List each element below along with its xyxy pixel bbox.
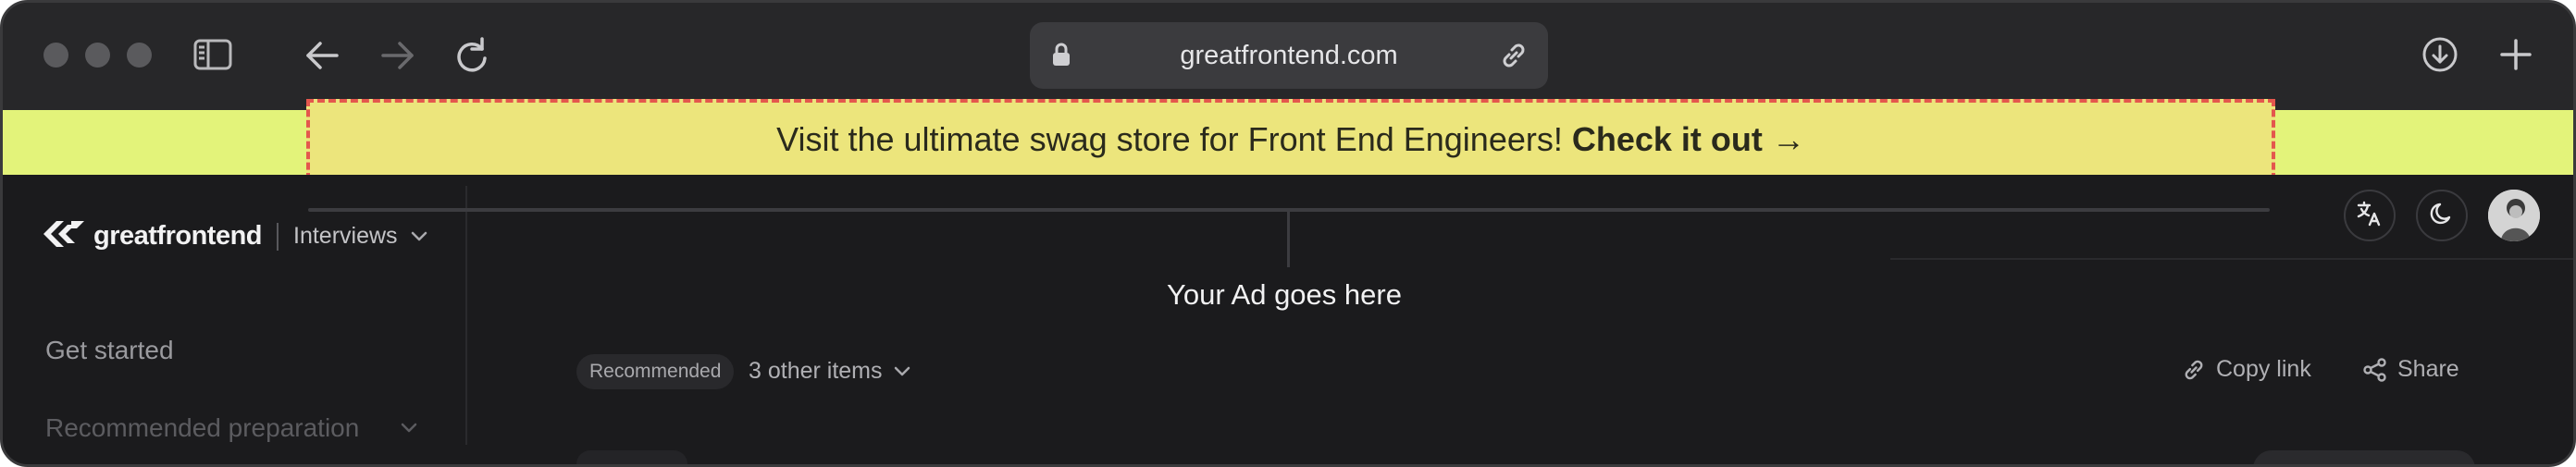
page-content: greatfrontend Interviews Get started Rec…	[3, 175, 2573, 464]
share-label: Share	[2397, 356, 2459, 382]
back-arrow-icon[interactable]	[304, 40, 340, 71]
other-items-label: 3 other items	[749, 358, 883, 384]
avatar[interactable]	[2488, 190, 2540, 241]
translate-icon	[2356, 200, 2384, 232]
share-icon	[2363, 357, 2386, 382]
content-button-placeholder	[2253, 450, 2475, 464]
site-logo-text[interactable]: greatfrontend	[93, 221, 263, 252]
product-menu[interactable]: Interviews	[293, 223, 427, 250]
minimize-window-button[interactable]	[85, 43, 110, 68]
chevron-down-icon[interactable]	[401, 423, 417, 434]
copy-link-label: Copy link	[2216, 356, 2311, 382]
browser-titlebar: greatfrontend.com	[3, 3, 2573, 110]
link-icon	[2185, 360, 2203, 379]
link-icon[interactable]	[1498, 40, 1530, 76]
close-window-button[interactable]	[43, 43, 68, 68]
reload-icon[interactable]	[454, 36, 489, 73]
sidebar-item-label: Recommended preparation	[45, 413, 360, 442]
ad-placeholder-text: Your Ad goes here	[1167, 278, 1402, 311]
logo-separator	[277, 222, 279, 251]
greatfrontend-logo-icon[interactable]	[43, 219, 84, 253]
download-icon[interactable]	[2421, 36, 2458, 73]
moon-icon	[2429, 201, 2455, 231]
header-divider	[1890, 258, 2573, 260]
maximize-window-button[interactable]	[127, 43, 152, 68]
product-menu-label: Interviews	[293, 223, 398, 249]
promo-text: Visit the ultimate swag store for Front …	[776, 120, 1563, 158]
forward-arrow-icon[interactable]	[380, 40, 415, 71]
plus-icon[interactable]	[2499, 38, 2533, 71]
copy-link-button[interactable]: Copy link	[2181, 356, 2311, 383]
language-button[interactable]	[2344, 190, 2396, 241]
other-items-dropdown[interactable]: 3 other items	[749, 358, 910, 385]
share-button[interactable]: Share	[2362, 356, 2459, 383]
sidebar-divider	[465, 186, 467, 445]
promo-banner-link[interactable]: Visit the ultimate swag store for Front …	[306, 99, 2275, 180]
sidebar-item-recommended-preparation[interactable]: Recommended preparation	[45, 413, 359, 443]
content-placeholder	[576, 450, 687, 464]
promo-cta[interactable]: Check it out →	[1572, 120, 1805, 159]
browser-window: greatfrontend.com Visit the ultimate swa…	[0, 0, 2576, 467]
ad-placeholder-stem	[1287, 210, 1290, 267]
site-header-left: greatfrontend Interviews	[43, 219, 427, 253]
sidebar-item-get-started[interactable]: Get started	[45, 336, 174, 365]
chevron-down-icon	[411, 231, 427, 240]
sidebar-toggle-icon[interactable]	[193, 38, 232, 71]
address-bar[interactable]: greatfrontend.com	[1030, 22, 1548, 89]
sidebar-item-label: Get started	[45, 336, 174, 364]
url-text: greatfrontend.com	[1180, 41, 1398, 70]
recommended-badge: Recommended	[576, 354, 735, 389]
promo-banner: Visit the ultimate swag store for Front …	[3, 99, 2573, 180]
theme-toggle-button[interactable]	[2416, 190, 2468, 241]
chevron-down-icon	[894, 366, 910, 375]
